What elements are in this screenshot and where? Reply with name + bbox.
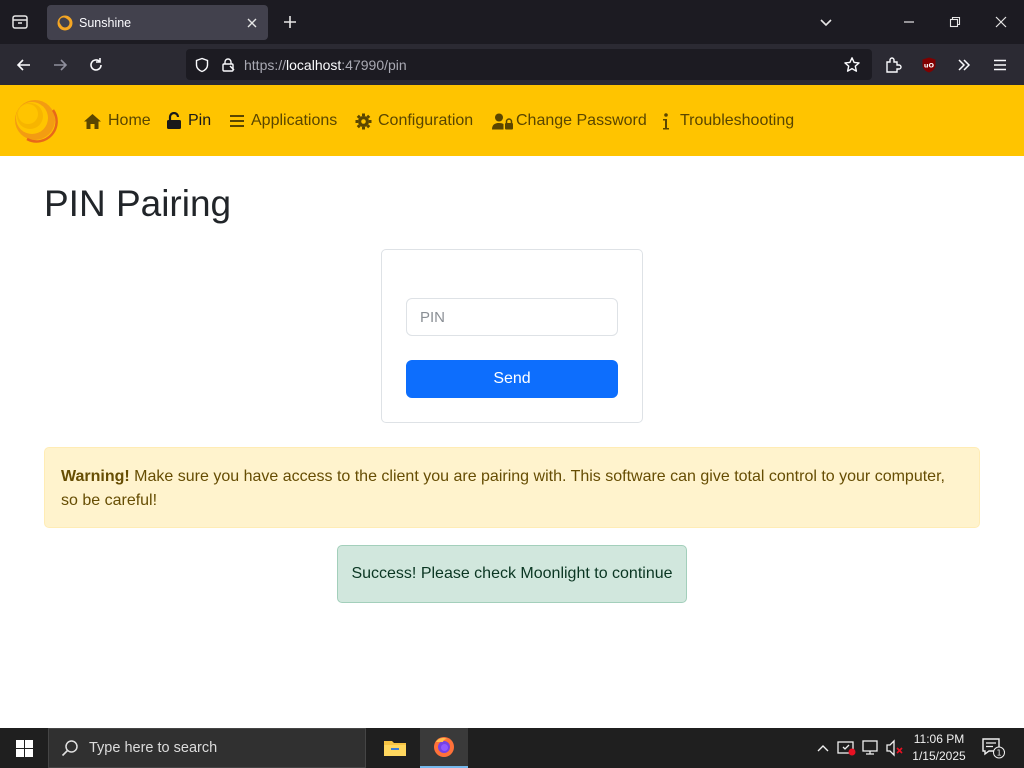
taskbar-clock[interactable]: 11:06 PM 1/15/2025	[906, 731, 972, 765]
user-lock-icon	[492, 112, 514, 130]
browser-toolbar: https://localhost:47990/pin uO	[0, 44, 1024, 85]
browser-tab-sunshine[interactable]: Sunshine	[47, 5, 268, 40]
success-text: Success! Please check Moonlight to conti…	[351, 565, 673, 582]
info-icon	[658, 112, 674, 130]
file-explorer-icon[interactable]	[371, 728, 419, 768]
taskbar-search-box[interactable]: Type here to search	[48, 728, 366, 768]
security-tray-icon[interactable]	[837, 738, 857, 758]
search-placeholder: Type here to search	[89, 740, 218, 756]
ublock-origin-icon[interactable]: uO	[916, 52, 942, 78]
nav-item-troubleshooting[interactable]: Troubleshooting	[658, 109, 794, 133]
nav-label-change-password: Change Password	[516, 112, 647, 129]
firefox-icon[interactable]	[420, 728, 468, 768]
nav-label-troubleshooting: Troubleshooting	[680, 112, 795, 129]
url-path: :47990/pin	[341, 56, 407, 73]
warning-alert: Warning! Make sure you have access to th…	[44, 447, 980, 528]
pin-input[interactable]	[406, 298, 618, 336]
app-navbar: Home Pin Applications Configuration Chan…	[0, 85, 1024, 156]
reload-icon[interactable]	[83, 52, 109, 78]
lock-icon[interactable]	[220, 57, 236, 73]
send-button[interactable]: Send	[406, 360, 618, 398]
network-tray-icon[interactable]	[861, 738, 881, 758]
tab-list-icon[interactable]	[8, 10, 32, 34]
gear-icon	[354, 112, 372, 130]
sunshine-logo-icon[interactable]	[12, 97, 58, 143]
nav-label-pin: Pin	[188, 112, 212, 129]
warning-strong: Warning!	[61, 468, 130, 485]
home-icon	[82, 112, 102, 130]
success-alert: Success! Please check Moonlight to conti…	[337, 545, 687, 603]
forward-arrow-icon[interactable]	[47, 52, 73, 78]
nav-item-applications[interactable]: Applications	[228, 109, 337, 133]
url-text[interactable]: https://localhost:47990/pin	[244, 57, 842, 73]
svg-text:uO: uO	[924, 62, 935, 70]
bookmark-star-icon[interactable]	[842, 55, 862, 75]
back-arrow-icon[interactable]	[11, 52, 37, 78]
clock-time: 11:06 PM	[913, 732, 965, 746]
notification-center-icon[interactable]: 1	[980, 736, 1006, 760]
page-title: PIN Pairing	[44, 183, 232, 224]
nav-label-configuration: Configuration	[378, 112, 474, 129]
nav-label-home: Home	[108, 112, 151, 129]
shield-icon[interactable]	[194, 57, 210, 73]
url-prefix: https://	[244, 56, 287, 73]
url-host: localhost	[286, 56, 342, 73]
windows-taskbar: Type here to search 11:06 PM 1/15/2025 1	[0, 728, 1024, 768]
nav-item-pin[interactable]: Pin	[166, 109, 211, 133]
browser-tab-strip: Sunshine	[0, 0, 1024, 44]
close-window-icon[interactable]	[978, 0, 1024, 44]
tray-chevron-up-icon[interactable]	[813, 738, 833, 758]
search-icon	[61, 739, 79, 757]
nav-label-applications: Applications	[251, 112, 338, 129]
close-tab-icon[interactable]	[240, 11, 264, 35]
restore-icon[interactable]	[932, 0, 978, 44]
url-bar[interactable]: https://localhost:47990/pin	[186, 49, 872, 80]
list-icon	[228, 112, 246, 130]
hamburger-menu-icon[interactable]	[987, 52, 1013, 78]
warning-text: Make sure you have access to the client …	[61, 468, 945, 509]
pin-form-card: Send	[381, 249, 643, 423]
nav-item-home[interactable]: Home	[82, 109, 151, 133]
tab-title: Sunshine	[79, 15, 132, 30]
notification-count: 1	[996, 749, 1001, 758]
minimize-icon[interactable]	[886, 0, 932, 44]
sunshine-favicon-icon	[57, 15, 73, 31]
windows-start-icon[interactable]	[0, 728, 48, 768]
extensions-puzzle-icon[interactable]	[880, 52, 906, 78]
unlock-icon	[166, 112, 182, 130]
chevron-down-icon[interactable]	[814, 10, 838, 34]
clock-date: 1/15/2025	[912, 749, 966, 763]
nav-item-configuration[interactable]: Configuration	[354, 109, 473, 133]
new-tab-icon[interactable]	[278, 10, 302, 34]
volume-muted-icon[interactable]	[885, 738, 905, 758]
overflow-chevrons-icon[interactable]	[951, 52, 977, 78]
nav-item-change-password[interactable]: Change Password	[492, 109, 647, 133]
